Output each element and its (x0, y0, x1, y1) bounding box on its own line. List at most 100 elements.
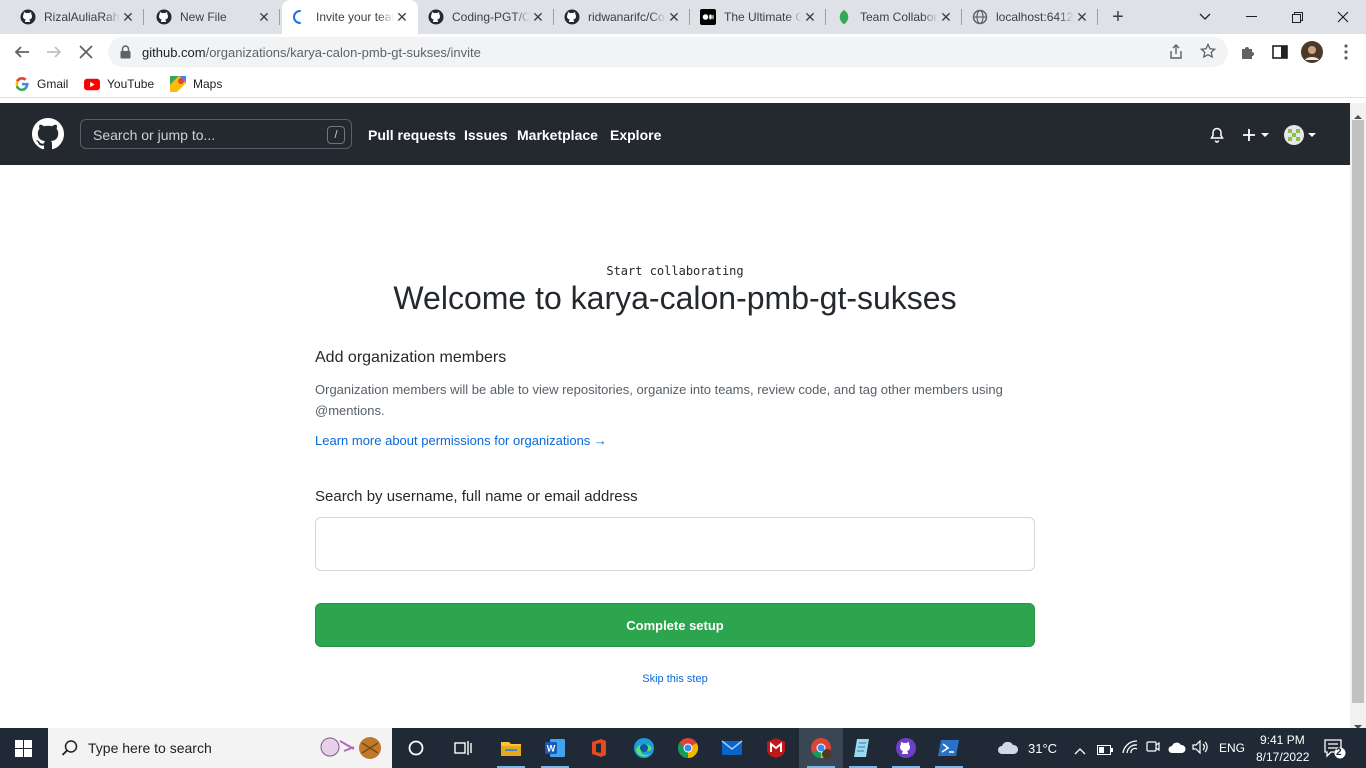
browser-tab[interactable]: The Ultimate Guide ✕ (690, 0, 826, 34)
complete-setup-button[interactable]: Complete setup (315, 603, 1035, 647)
close-tab-icon[interactable]: ✕ (1074, 9, 1090, 25)
taskbar-search-box[interactable]: Type here to search (48, 728, 392, 768)
extensions-puzzle-icon[interactable] (1234, 38, 1262, 66)
close-tab-icon[interactable]: ✕ (530, 9, 546, 25)
lock-icon[interactable] (120, 45, 131, 64)
forward-arrow-icon[interactable] (40, 38, 68, 66)
powershell-icon[interactable] (927, 728, 971, 768)
youtube-icon (84, 76, 100, 92)
bookmark-youtube[interactable]: YouTube (84, 76, 154, 92)
url-text[interactable]: github.com/organizations/karya-calon-pmb… (142, 45, 481, 60)
search-placeholder: Search or jump to... (93, 127, 216, 143)
cortana-icon[interactable] (394, 728, 438, 768)
mcafee-icon[interactable] (754, 728, 798, 768)
github-header: Search or jump to... / Pull requests Iss… (0, 103, 1350, 165)
battery-icon[interactable] (1097, 742, 1113, 760)
wifi-icon[interactable] (1122, 740, 1138, 759)
restore-icon[interactable] (1274, 0, 1320, 34)
browser-tab[interactable]: Team Collaboration ✕ (826, 0, 962, 34)
close-tab-icon[interactable]: ✕ (666, 9, 682, 25)
close-tab-icon[interactable]: ✕ (802, 9, 818, 25)
nav-pull-requests[interactable]: Pull requests (368, 127, 456, 143)
action-center-icon[interactable] (1324, 739, 1346, 764)
tray-chevron-up-icon[interactable] (1074, 742, 1086, 760)
meet-now-icon[interactable] (1146, 740, 1160, 761)
notepad-plus-icon[interactable] (841, 728, 885, 768)
github-icon (156, 9, 172, 25)
volume-icon[interactable] (1192, 739, 1208, 759)
scrollbar-thumb[interactable] (1352, 120, 1364, 703)
taskbar-search-placeholder: Type here to search (88, 740, 212, 756)
close-tab-icon[interactable]: ✕ (120, 9, 136, 25)
skip-step-link[interactable]: Skip this step (0, 673, 1350, 685)
bookmark-gmail[interactable]: Gmail (14, 76, 68, 92)
bookmarks-bar: Gmail YouTube Maps (0, 70, 1366, 98)
stop-loading-icon[interactable] (72, 38, 100, 66)
tab-search-chevron-icon[interactable] (1182, 0, 1228, 34)
tab-title: Team Collaboration (860, 10, 938, 24)
input-language[interactable]: ENG (1219, 741, 1245, 755)
bookmark-label: Gmail (37, 77, 69, 91)
browser-tab-strip: RizalAuliaRahmanRidwanarifc ✕ New File ✕… (0, 0, 1366, 34)
weather-temperature[interactable]: 31°C (1028, 741, 1057, 756)
github-icon (564, 9, 580, 25)
browser-tab[interactable]: Coding-PGT/Coding ✕ (418, 0, 554, 34)
google-icon (14, 76, 30, 92)
close-tab-icon[interactable]: ✕ (394, 9, 410, 25)
clock-date[interactable]: 8/17/2022 (1256, 750, 1309, 764)
onedrive-cloud-icon[interactable] (1168, 741, 1186, 759)
chrome-running-icon[interactable] (799, 728, 843, 768)
browser-toolbar: github.com/organizations/karya-calon-pmb… (0, 34, 1366, 70)
user-avatar-menu[interactable] (1284, 125, 1320, 150)
task-view-icon[interactable] (441, 728, 485, 768)
bookmark-maps[interactable]: Maps (170, 76, 222, 92)
bookmark-star-icon[interactable] (1199, 42, 1217, 64)
browser-tab[interactable]: New File ✕ (144, 0, 280, 34)
minimize-icon[interactable] (1228, 0, 1274, 34)
search-icon (61, 739, 79, 762)
github-logo-icon[interactable] (32, 118, 64, 155)
address-bar[interactable]: github.com/organizations/karya-calon-pmb… (108, 37, 1228, 67)
learn-more-link[interactable]: Learn more about permissions for organiz… (315, 433, 607, 448)
mail-icon[interactable] (710, 728, 754, 768)
github-search-input[interactable]: Search or jump to... / (80, 119, 352, 149)
office-icon[interactable] (577, 728, 621, 768)
windows-start-icon[interactable] (15, 740, 32, 762)
browser-tab[interactable]: localhost:64120 ✕ (962, 0, 1098, 34)
browser-tab[interactable]: RizalAuliaRahmanRidwanarifc ✕ (0, 0, 144, 34)
create-new-plus-icon[interactable] (1241, 127, 1271, 148)
page-scrollbar[interactable] (1350, 103, 1366, 729)
chrome-icon[interactable] (666, 728, 710, 768)
side-panel-icon[interactable] (1266, 38, 1294, 66)
clock-time[interactable]: 9:41 PM (1260, 733, 1305, 747)
nav-explore[interactable]: Explore (610, 127, 661, 143)
browser-tab[interactable]: ridwanarifc/Coding ✕ (554, 0, 690, 34)
globe-icon (972, 9, 988, 25)
tab-title: Coding-PGT/Coding (452, 10, 530, 24)
chrome-menu-icon[interactable] (1332, 38, 1360, 66)
maps-icon (170, 76, 186, 92)
share-icon[interactable] (1168, 44, 1184, 65)
file-explorer-icon[interactable] (489, 728, 533, 768)
tab-title: Invite your team (316, 10, 394, 24)
member-search-input[interactable] (315, 517, 1035, 571)
close-tab-icon[interactable]: ✕ (938, 9, 954, 25)
tab-title: New File (180, 10, 227, 24)
profile-avatar[interactable] (1298, 38, 1326, 66)
browser-tab-active[interactable]: Invite your team ✕ (282, 0, 418, 34)
close-window-icon[interactable] (1320, 0, 1366, 34)
nav-marketplace[interactable]: Marketplace (517, 127, 598, 143)
notification-bell-icon[interactable] (1209, 127, 1225, 148)
weather-cloud-icon[interactable] (997, 739, 1019, 760)
back-arrow-icon[interactable] (8, 38, 36, 66)
edge-browser-icon[interactable] (622, 728, 666, 768)
github-desktop-icon[interactable] (884, 728, 928, 768)
loading-spinner-icon (292, 9, 308, 25)
word-icon[interactable]: W (533, 728, 577, 768)
leaf-icon (836, 9, 852, 25)
nav-issues[interactable]: Issues (464, 127, 508, 143)
close-tab-icon[interactable]: ✕ (256, 9, 272, 25)
new-tab-icon[interactable]: + (1106, 5, 1130, 29)
windows-taskbar: Type here to search W 31°C ENG 9:41 PM 8… (0, 728, 1366, 768)
github-icon (428, 9, 444, 25)
